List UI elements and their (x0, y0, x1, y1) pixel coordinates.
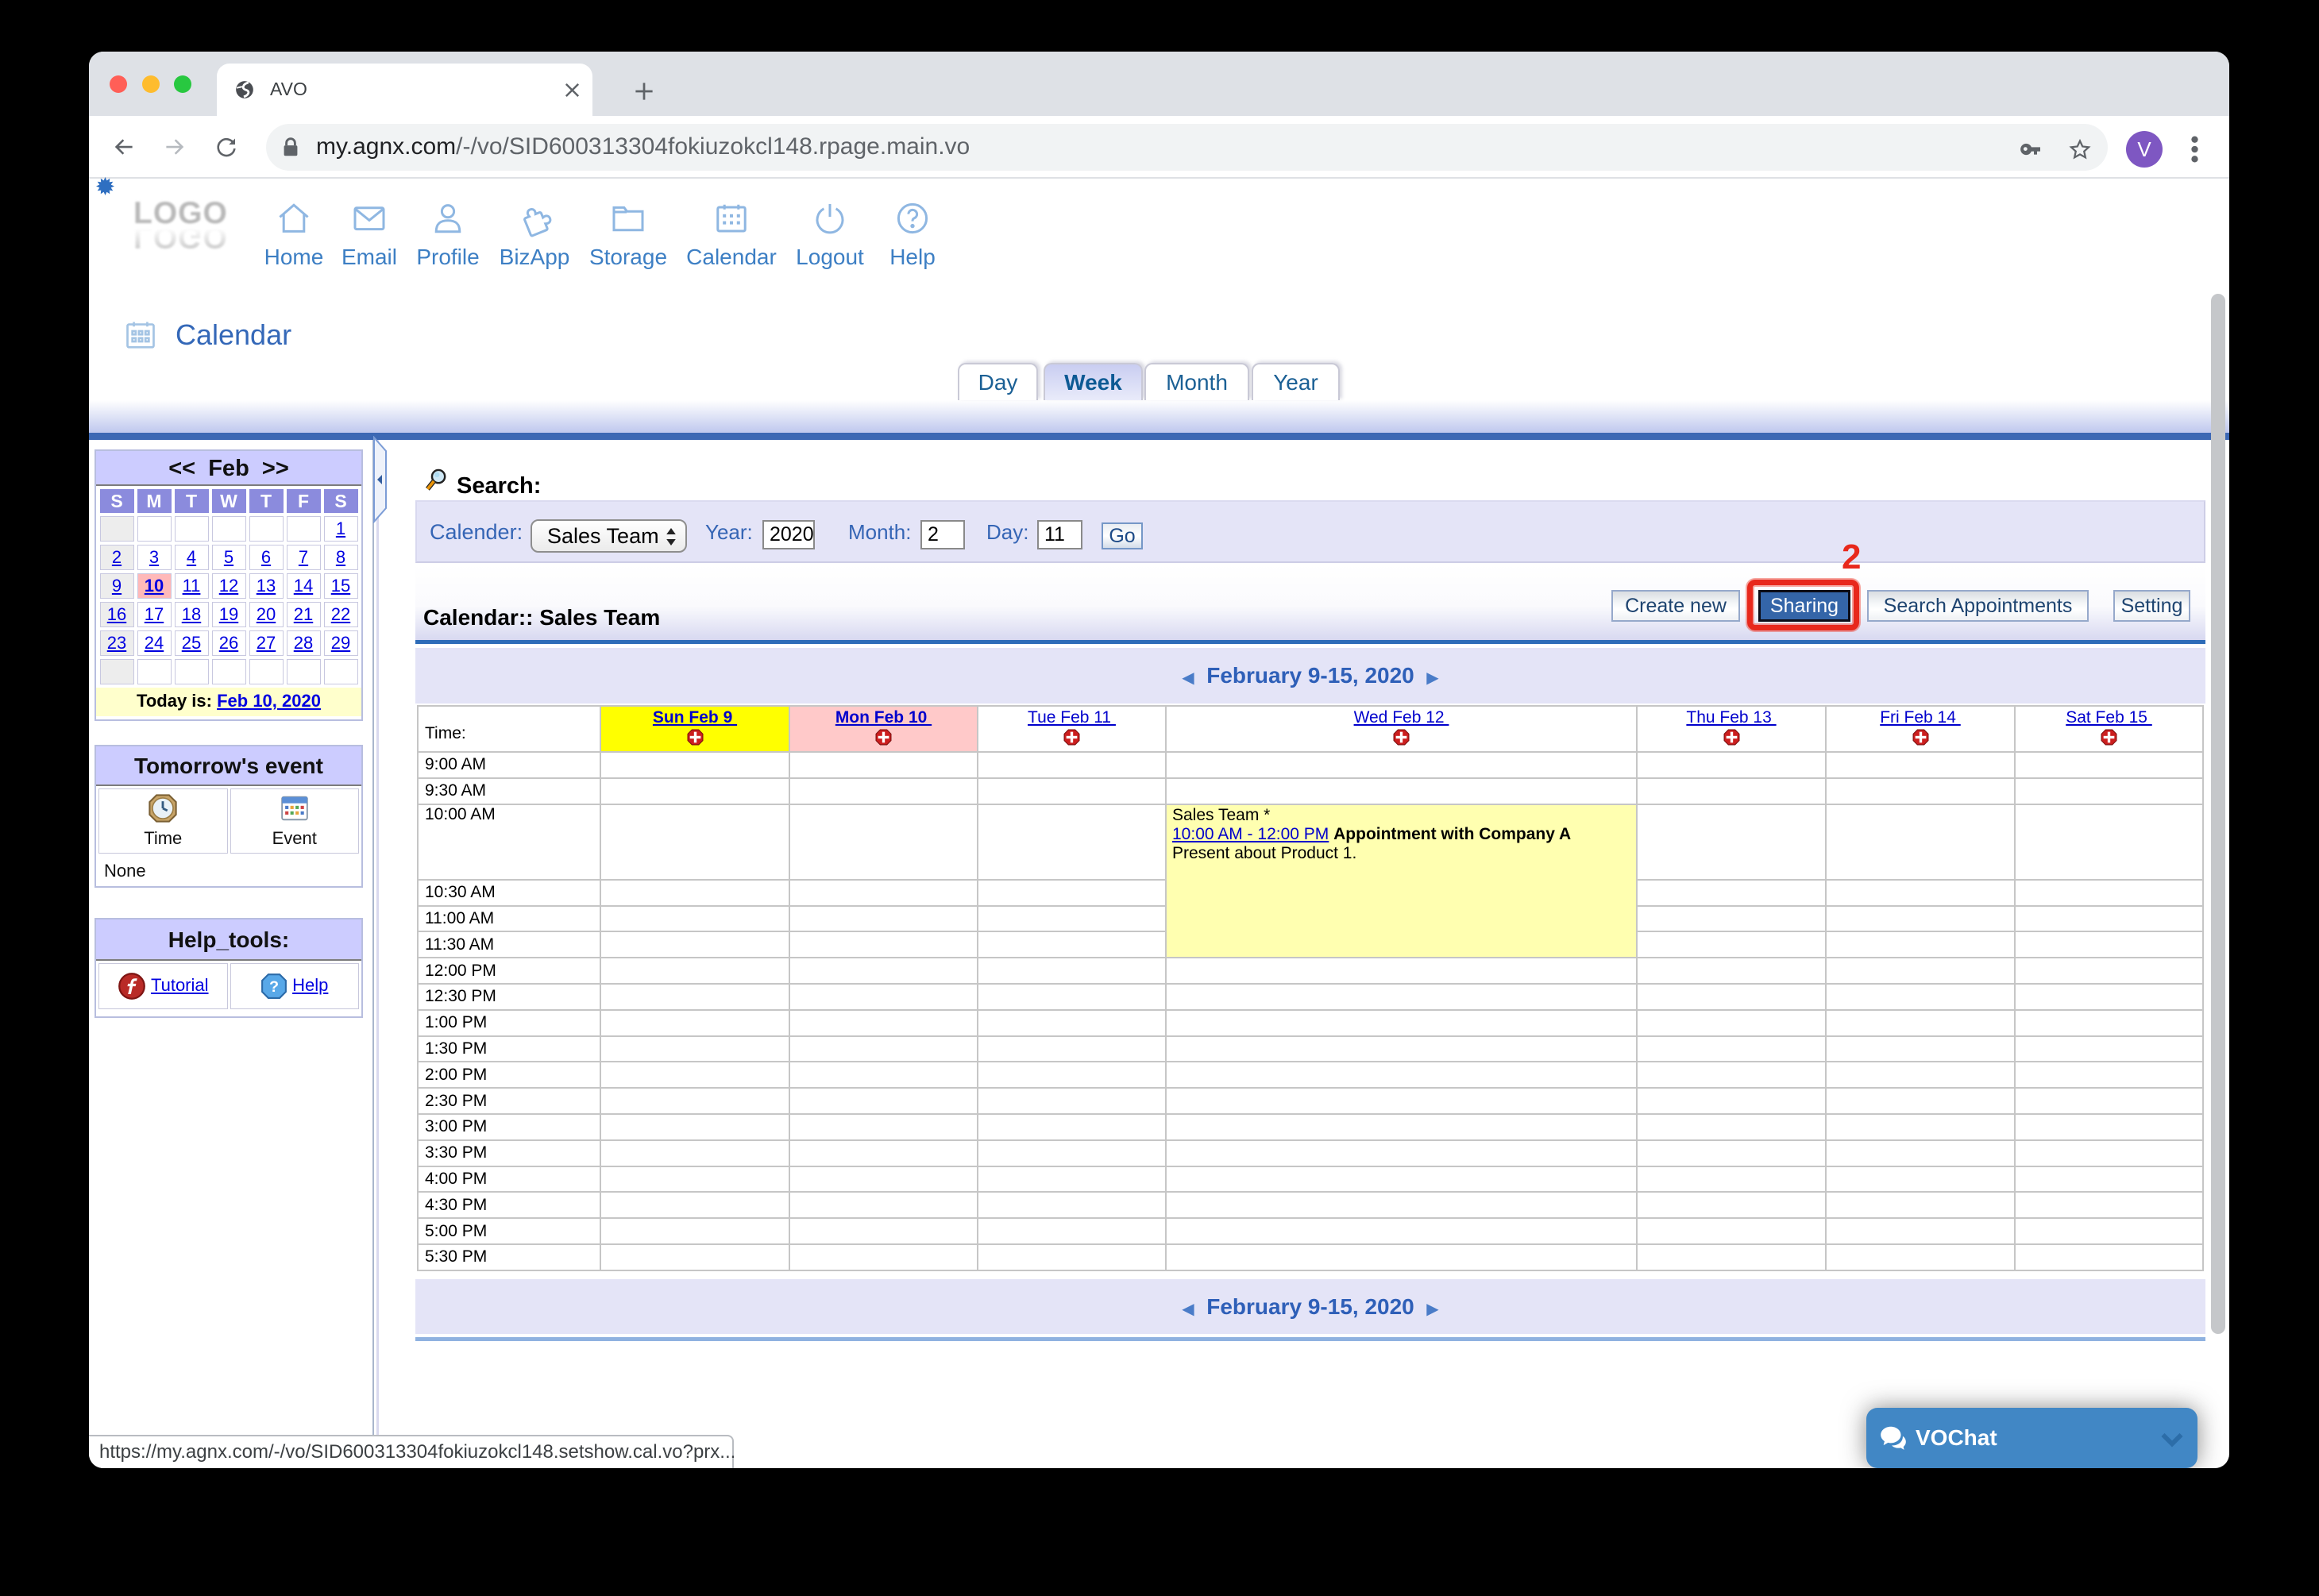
svg-text:?: ? (269, 978, 279, 996)
